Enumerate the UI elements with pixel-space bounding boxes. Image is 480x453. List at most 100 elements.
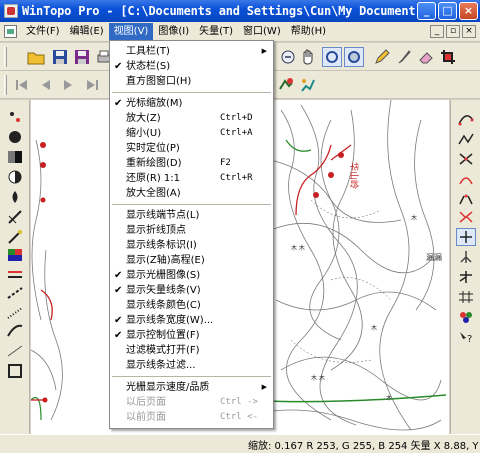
- eraser-button[interactable]: [416, 47, 436, 67]
- checkmark-icon: ✔: [114, 315, 123, 326]
- menu-bar: 文件(F) 编辑(E) 视图(V) 图像(I) 矢量(T) 窗口(W) 帮助(H…: [0, 22, 480, 42]
- doc-minimize-button[interactable]: _: [430, 25, 444, 38]
- doc-restore-button[interactable]: ▫: [446, 25, 460, 38]
- pencil-button[interactable]: [372, 47, 392, 67]
- last-page-button[interactable]: [82, 75, 102, 95]
- tool-cross-button[interactable]: [456, 150, 476, 168]
- pan-button[interactable]: [298, 47, 318, 67]
- tool-rect-button[interactable]: [5, 362, 25, 380]
- tool-diagonal-button[interactable]: [5, 208, 25, 226]
- tool-wand-button[interactable]: [5, 228, 25, 246]
- view-menu-item[interactable]: 缩小(U) Ctrl+A: [110, 126, 273, 141]
- view-menu-item[interactable]: ✔ 显示线条宽度(W)...: [110, 313, 273, 328]
- tool-grid-button[interactable]: [456, 288, 476, 306]
- view-menu-item-label: 显示矢量线条(V): [126, 285, 201, 296]
- view-menu-item[interactable]: ✔ 状态栏(S): [110, 59, 273, 74]
- checkmark-icon: ✔: [114, 61, 123, 72]
- tool-color-pick-button[interactable]: [456, 308, 476, 326]
- save-button[interactable]: [50, 47, 70, 67]
- document-icon[interactable]: [4, 25, 17, 38]
- tool-polyline-button[interactable]: [456, 130, 476, 148]
- menu-file[interactable]: 文件(F): [21, 23, 65, 41]
- view-menu-item[interactable]: 显示折线顶点: [110, 223, 273, 238]
- tool-thin-line-button[interactable]: [5, 342, 25, 360]
- tool-join-button[interactable]: [456, 190, 476, 208]
- view-menu-item[interactable]: 过滤模式打开(F): [110, 343, 273, 358]
- tool-node-button[interactable]: [456, 248, 476, 266]
- view-menu-item[interactable]: 显示线条标识(I): [110, 238, 273, 253]
- save-as-button[interactable]: [72, 47, 92, 67]
- toolbar-grip[interactable]: [4, 75, 7, 95]
- view-menu-item[interactable]: ✔ 显示控制位置(F): [110, 328, 273, 343]
- toolbar-grip[interactable]: [4, 47, 7, 67]
- tool-circle-button[interactable]: [5, 128, 25, 146]
- crop-button[interactable]: [438, 47, 458, 67]
- tool-split-button[interactable]: [456, 208, 476, 226]
- doc-close-button[interactable]: ×: [462, 25, 476, 38]
- tool-color-button[interactable]: [5, 246, 25, 264]
- tool-gradient-button[interactable]: [5, 148, 25, 166]
- tool-dash-button[interactable]: [5, 284, 25, 302]
- menu-vector[interactable]: 矢量(T): [194, 23, 238, 41]
- svg-text:木: 木: [411, 214, 417, 222]
- title-bar[interactable]: WinTopo Pro - [C:\Documents and Settings…: [0, 0, 480, 22]
- view-menu-item-shortcut: Ctrl+A: [220, 128, 253, 138]
- view-menu-item-label: 过滤模式打开(F): [126, 345, 200, 356]
- tool-dots-button[interactable]: [5, 108, 25, 126]
- zoom-out-button[interactable]: [278, 47, 298, 67]
- svg-text:?: ?: [467, 334, 472, 344]
- save-icon: [53, 50, 67, 64]
- tool-curve-button[interactable]: [456, 110, 476, 128]
- tool-drop-button[interactable]: [5, 188, 25, 206]
- vectorize-button[interactable]: [276, 75, 296, 95]
- menu-edit[interactable]: 编辑(E): [65, 23, 109, 41]
- first-page-button[interactable]: [12, 75, 32, 95]
- view-menu-item-label: 以前页面: [126, 412, 166, 423]
- menu-window[interactable]: 窗口(W): [238, 23, 286, 41]
- view-menu-item-label: 还原(R) 1:1: [126, 173, 181, 184]
- next-page-button[interactable]: [58, 75, 78, 95]
- menu-help[interactable]: 帮助(H): [286, 23, 331, 41]
- app-icon[interactable]: [4, 4, 18, 18]
- tool-help-button[interactable]: ?: [456, 328, 476, 346]
- view-menu-item[interactable]: 重新绘图(D) F2: [110, 156, 273, 171]
- tool-cursor-button[interactable]: [456, 228, 476, 246]
- node-edit-icon: [460, 251, 472, 263]
- view-menu-item[interactable]: 显示线端节点(L): [110, 208, 273, 223]
- brush-button[interactable]: [394, 47, 414, 67]
- view-menu-item[interactable]: 显示线条颜色(C): [110, 298, 273, 313]
- menu-view[interactable]: 视图(V): [108, 22, 154, 41]
- menu-image[interactable]: 图像(I): [153, 23, 194, 41]
- view-menu-item[interactable]: 工具栏(T) ▶: [110, 44, 273, 59]
- tool-dotline-button[interactable]: [5, 304, 25, 322]
- view-menu-item-label: 重新绘图(D): [126, 158, 182, 169]
- view-menu-item[interactable]: 显示(Z轴)高程(E): [110, 253, 273, 268]
- view-menu-item[interactable]: 直方图窗口(H): [110, 74, 273, 89]
- maximize-button[interactable]: □: [438, 2, 457, 20]
- color-picker-icon: [460, 312, 472, 323]
- previous-page-button[interactable]: [36, 75, 56, 95]
- last-page-icon: [87, 80, 98, 90]
- view-menu-item[interactable]: 放大全图(A): [110, 186, 273, 201]
- tool-smooth-button[interactable]: [5, 322, 25, 340]
- view-menu-item[interactable]: 光栅显示速度/品质 ▶: [110, 380, 273, 395]
- tool-arc-button[interactable]: [456, 170, 476, 188]
- view-menu-item[interactable]: 显示线条过滤...: [110, 358, 273, 373]
- view-menu-item[interactable]: 实时定位(P): [110, 141, 273, 156]
- view-menu-item[interactable]: ✔ 光标缩放(M): [110, 96, 273, 111]
- view-menu-item[interactable]: ✔ 显示矢量线条(V): [110, 283, 273, 298]
- tool-lines-button[interactable]: [5, 266, 25, 284]
- view-menu-item[interactable]: ✔ 显示光栅图像(S): [110, 268, 273, 283]
- tool-half-circle-button[interactable]: [5, 168, 25, 186]
- view-menu-item-shortcut: Ctrl+R: [220, 173, 253, 183]
- view-menu-item[interactable]: 还原(R) 1:1 Ctrl+R: [110, 171, 273, 186]
- view-menu-item[interactable]: 放大(Z) Ctrl+D: [110, 111, 273, 126]
- thin-button[interactable]: [298, 75, 318, 95]
- open-button[interactable]: [26, 47, 46, 67]
- brush-icon: [398, 50, 411, 64]
- close-button[interactable]: ×: [459, 2, 478, 20]
- tool-branch-button[interactable]: [456, 268, 476, 286]
- select-mode-button[interactable]: [322, 47, 342, 67]
- minimize-button[interactable]: _: [417, 2, 436, 20]
- node-mode-button[interactable]: [344, 47, 364, 67]
